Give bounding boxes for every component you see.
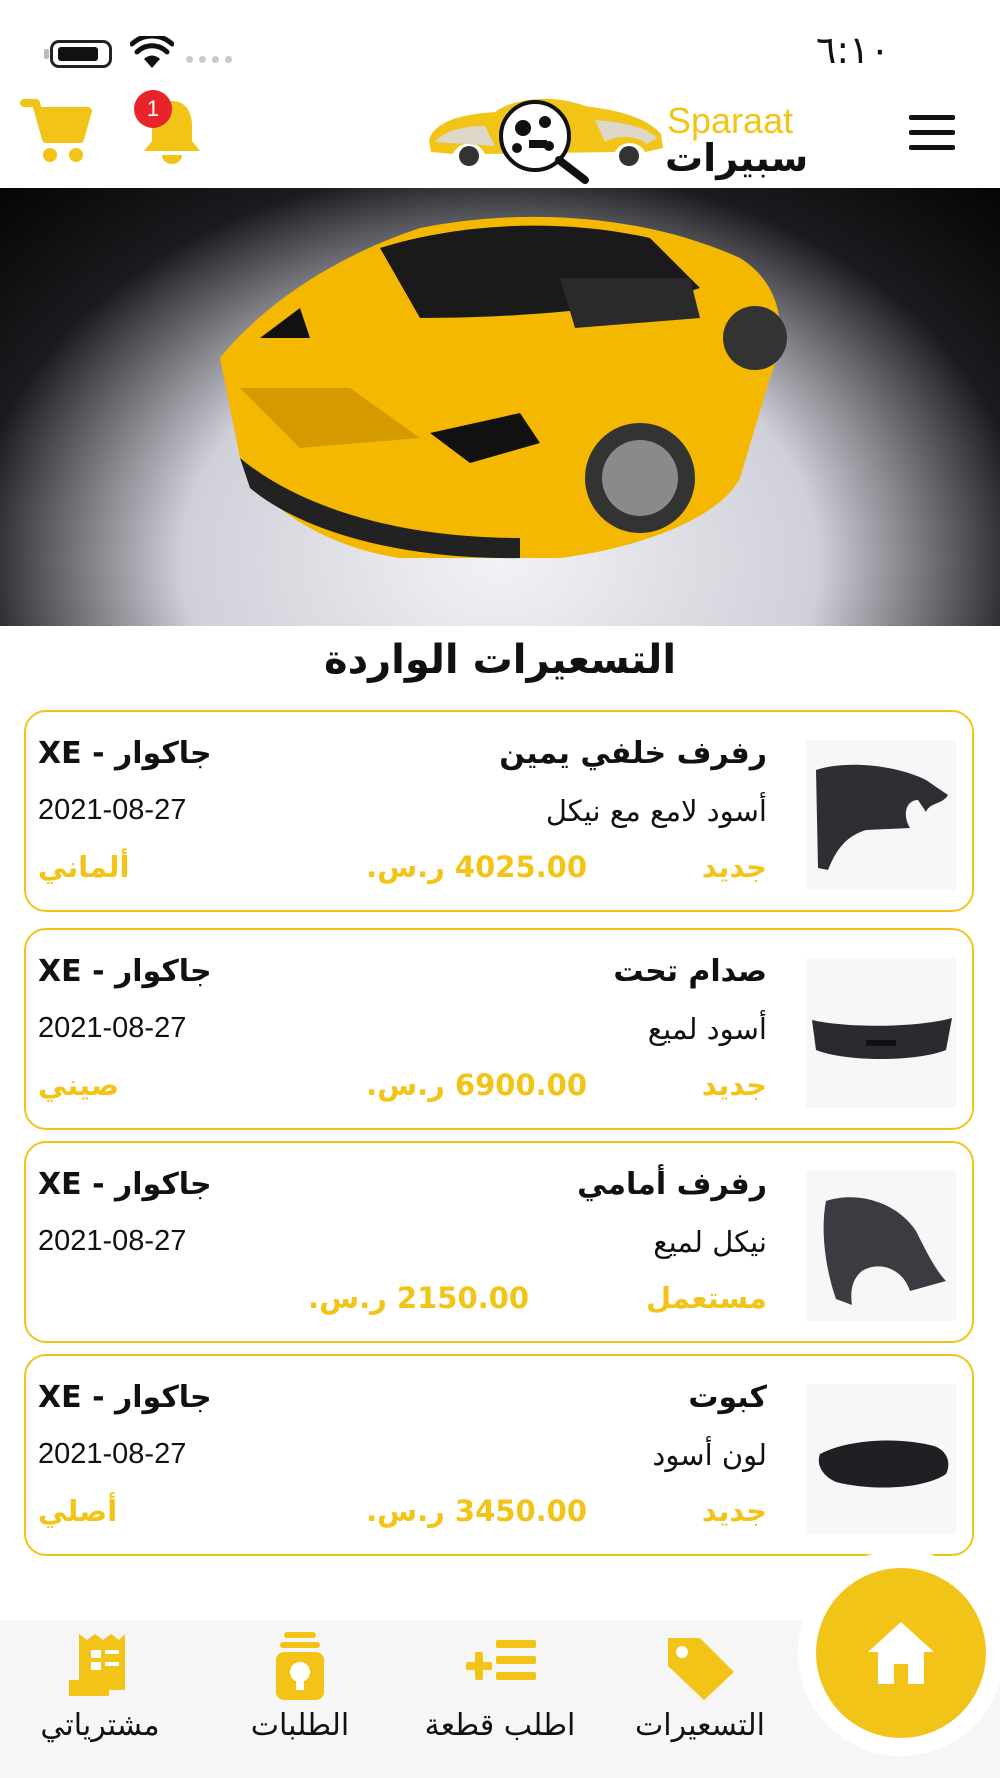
rear-fender-image [806, 740, 956, 890]
hood-image [806, 1384, 956, 1534]
hero-car-image [0, 188, 1000, 626]
part-price: 6900.00 ر.س. [366, 1068, 587, 1102]
car-model: جاكوار - XE [38, 1380, 212, 1415]
part-name: كبوت [688, 1380, 767, 1415]
part-origin: صيني [38, 1068, 120, 1102]
section-title: التسعيرات الواردة [323, 637, 677, 683]
nav-my-purchases[interactable]: مشترياتي [0, 1630, 200, 1743]
logo-text-ar: سبيرات [665, 136, 809, 180]
home-icon [868, 1622, 934, 1684]
part-condition: جديد [701, 1494, 767, 1528]
car-model: جاكوار - XE [38, 954, 212, 989]
cellular-signal-icon [186, 56, 232, 63]
part-price: 2150.00 ر.س. [308, 1281, 529, 1315]
part-price: 4025.00 ر.س. [366, 850, 587, 884]
part-description: أسود لميع [647, 1012, 767, 1046]
status-time: ٦:١٠ [815, 28, 890, 72]
nav-requests[interactable]: الطلبات [200, 1630, 400, 1743]
status-bar: ٦:١٠ [0, 0, 1000, 90]
part-description: لون أسود [652, 1438, 767, 1472]
nav-request-part[interactable]: اطلب قطعة [400, 1630, 600, 1743]
home-button[interactable] [816, 1568, 986, 1738]
tag-icon [668, 1638, 734, 1700]
receipt-icon [69, 1634, 125, 1696]
wifi-icon [130, 36, 174, 68]
part-name: رفرف أمامي [577, 1167, 767, 1202]
quote-card[interactable]: كبوت لون أسود جديد 3450.00 ر.س. جاكوار -… [24, 1354, 974, 1556]
quote-date: 2021-08-27 [38, 1012, 187, 1044]
app-header: 1 Sparaat سبيرات [0, 90, 1000, 188]
bumper-image [806, 958, 956, 1108]
part-name: رفرف خلفي يمين [499, 736, 767, 771]
part-description: أسود لامع مع نيكل [545, 794, 767, 828]
nav-quotes[interactable]: التسعيرات [600, 1630, 800, 1743]
quote-date: 2021-08-27 [38, 1225, 187, 1257]
part-origin: ألماني [38, 850, 130, 884]
notification-badge: 1 [134, 90, 172, 128]
car-model: جاكوار - XE [38, 1167, 212, 1202]
part-origin: أصلي [38, 1494, 118, 1528]
sparaat-logo: Sparaat سبيرات [425, 90, 808, 185]
menu-icon[interactable] [909, 115, 955, 160]
cart-icon[interactable] [20, 95, 92, 167]
quote-date: 2021-08-27 [38, 794, 187, 826]
nav-label: الطلبات [250, 1708, 350, 1743]
battery-icon [44, 40, 112, 68]
front-fender-image [806, 1171, 956, 1321]
add-list-icon [466, 1640, 536, 1680]
part-price: 3450.00 ر.س. [366, 1494, 587, 1528]
car-model: جاكوار - XE [38, 736, 212, 771]
bulb-icon [276, 1632, 324, 1700]
part-description: نيكل لميع [653, 1225, 767, 1259]
part-condition: مستعمل [646, 1281, 767, 1315]
quote-card[interactable]: صدام تحت أسود لميع جديد 6900.00 ر.س. جاك… [24, 928, 974, 1130]
quote-card[interactable]: رفرف أمامي نيكل لميع مستعمل 2150.00 ر.س.… [24, 1141, 974, 1343]
part-condition: جديد [701, 850, 767, 884]
quote-card[interactable]: رفرف خلفي يمين أسود لامع مع نيكل جديد 40… [24, 710, 974, 912]
nav-label: التسعيرات [635, 1708, 765, 1743]
part-name: صدام تحت [613, 954, 767, 989]
nav-label: اطلب قطعة [424, 1708, 576, 1743]
nav-label: مشترياتي [40, 1708, 160, 1743]
quote-date: 2021-08-27 [38, 1438, 187, 1470]
part-condition: جديد [701, 1068, 767, 1102]
